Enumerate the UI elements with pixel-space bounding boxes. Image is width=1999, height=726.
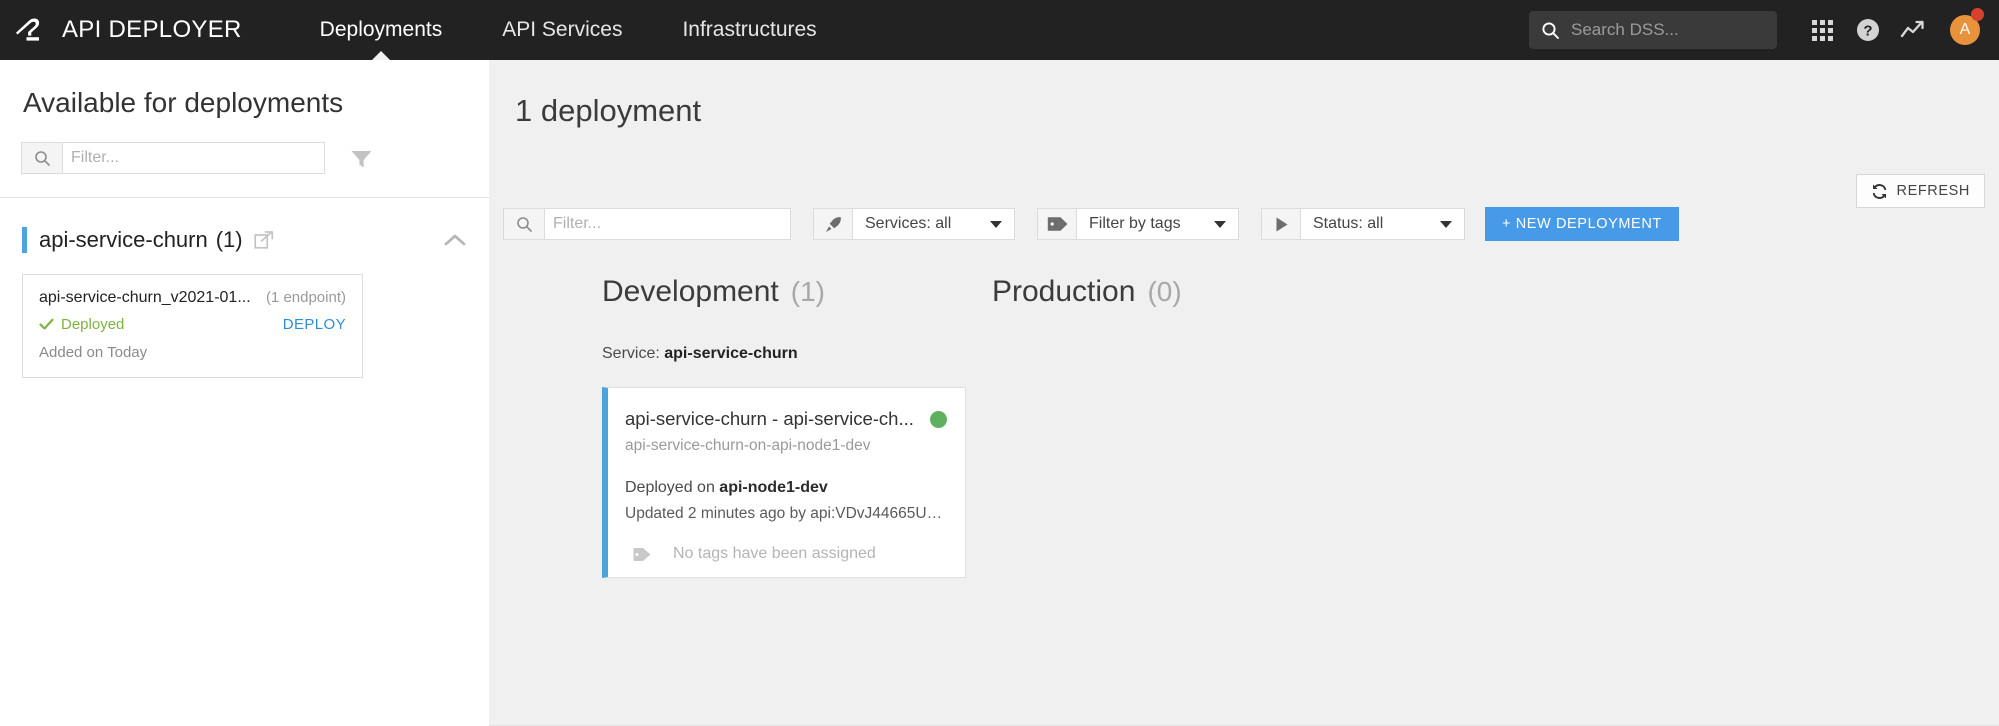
caret-down-icon [1214, 220, 1226, 228]
column-service-label-prefix: Service: [602, 345, 660, 362]
deployments-toolbar: Services: all Filter by tags [503, 207, 1985, 241]
sidebar-filter-input[interactable] [63, 144, 324, 172]
column-development-header: Development (1) [602, 275, 992, 309]
deployment-columns: Development (1) Service: api-service-chu… [489, 275, 1999, 578]
deployments-filter-input[interactable] [545, 210, 789, 238]
column-production-title: Production [992, 275, 1136, 308]
help-question-icon: ? [1857, 19, 1879, 41]
version-added-date: Added on Today [39, 344, 148, 361]
refresh-button[interactable]: REFRESH [1855, 174, 1985, 208]
svg-text:?: ? [1863, 23, 1872, 40]
activity-trend-button[interactable] [1891, 0, 1937, 60]
column-development-count: (1) [790, 276, 825, 307]
notification-badge [1971, 8, 1984, 21]
refresh-button-label: REFRESH [1896, 183, 1970, 199]
deployment-node-prefix: Deployed on [625, 479, 715, 496]
deployment-tags-empty-text: No tags have been assigned [673, 545, 876, 562]
external-link-button[interactable] [253, 230, 274, 250]
status-filter-label: Status: all [1313, 215, 1384, 232]
dataiku-bird-logo-icon [16, 18, 40, 41]
deployment-card-subtitle: api-service-churn-on-api-node1-dev [625, 437, 871, 454]
services-filter-label: Services: all [865, 215, 952, 232]
sidebar-collapse-button[interactable] [443, 233, 467, 247]
column-development-title: Development [602, 275, 779, 308]
user-avatar-button[interactable]: A [1937, 0, 1993, 60]
sidebar-service-header[interactable]: api-service-churn (1) [22, 224, 467, 256]
version-endpoint-count: (1 endpoint) [265, 289, 346, 306]
version-deploy-button[interactable]: DEPLOY [283, 316, 346, 333]
deployment-tags-row[interactable]: No tags have been assigned [625, 545, 947, 563]
tag-icon [632, 546, 652, 563]
deployment-card-title: api-service-churn - api-service-ch... [625, 408, 914, 429]
version-card-status-row: Deployed DEPLOY [39, 316, 346, 333]
sidebar-title: Available for deployments [23, 87, 344, 118]
play-triangle-icon [1262, 209, 1301, 239]
sidebar-version-card[interactable]: api-service-churn_v2021-01... (1 endpoin… [22, 274, 363, 378]
service-accent-bar [22, 227, 27, 253]
activity-trend-icon [1900, 20, 1924, 38]
refresh-icon [1872, 183, 1886, 199]
search-icon [1542, 21, 1559, 39]
version-card-header: api-service-churn_v2021-01... (1 endpoin… [39, 289, 346, 307]
rocket-icon [814, 209, 853, 239]
column-development: Development (1) Service: api-service-chu… [602, 275, 992, 578]
version-name: api-service-churn_v2021-01... [39, 289, 251, 306]
search-icon [22, 143, 63, 173]
help-button[interactable]: ? [1845, 0, 1891, 60]
caret-down-icon [1440, 220, 1452, 228]
sidebar-filter-group[interactable] [21, 142, 325, 174]
deployments-main-area: 1 deployment REFRESH Filter... Services:… [489, 60, 1999, 726]
external-link-icon [253, 231, 273, 249]
tags-filter-select[interactable]: Filter by tags [1037, 208, 1239, 240]
global-search-placeholder: Search DSS... [1571, 20, 1679, 39]
tag-icon [1038, 209, 1077, 239]
top-navigation-bar: API DEPLOYER Deployments API Services In… [0, 0, 1999, 60]
column-production-header: Production (0) [992, 275, 1382, 309]
column-service-label-name: api-service-churn [664, 345, 798, 362]
api-deployer-app: API DEPLOYER Deployments API Services In… [0, 0, 1999, 726]
deployments-filter-group[interactable] [503, 208, 791, 240]
chevron-up-icon [444, 234, 466, 246]
nav-tab-infrastructures[interactable]: Infrastructures [652, 0, 846, 60]
main-nav-tabs: Deployments API Services Infrastructures [290, 0, 847, 60]
sidebar-service-group: api-service-churn (1) api-service-churn_… [0, 198, 489, 378]
tags-filter-label: Filter by tags [1089, 215, 1181, 232]
nav-tab-deployments[interactable]: Deployments [290, 0, 473, 60]
check-icon [39, 318, 54, 331]
caret-down-icon [990, 220, 1002, 228]
apps-grid-icon [1811, 19, 1833, 41]
version-status: Deployed [39, 316, 124, 333]
apps-grid-button[interactable] [1799, 0, 1845, 60]
app-brand-title: API DEPLOYER [62, 16, 242, 43]
column-production: Production (0) [992, 275, 1382, 578]
deployment-node-line: Deployed on api-node1-dev [625, 479, 947, 497]
nav-tab-api-services[interactable]: API Services [472, 0, 652, 60]
sidebar-service-count: (1) [215, 227, 243, 252]
services-filter-select[interactable]: Services: all [813, 208, 1015, 240]
new-deployment-button[interactable]: + NEW DEPLOYMENT [1485, 207, 1679, 241]
deployment-updated-line: Updated 2 minutes ago by api:VDvJ44665Um… [625, 505, 947, 522]
deployment-card[interactable]: api-service-churn - api-service-ch... ap… [602, 387, 966, 578]
global-search-box[interactable]: Search DSS... [1529, 11, 1777, 49]
version-status-label: Deployed [61, 316, 125, 333]
page-title: 1 deployment [515, 93, 702, 128]
search-icon [504, 209, 545, 239]
status-filter-select[interactable]: Status: all [1261, 208, 1465, 240]
sidebar-service-name: api-service-churn [39, 227, 208, 252]
dataiku-bird-logo[interactable] [0, 0, 62, 60]
sidebar-filter-row [0, 119, 489, 174]
sidebar-funnel-filter-button[interactable] [347, 144, 375, 172]
available-for-deployments-panel: Available for deployments Filter... api-… [0, 60, 489, 726]
deployment-node-name: api-node1-dev [719, 479, 828, 496]
column-service-label: Service: api-service-churn [602, 345, 992, 363]
deployment-status-dot [930, 410, 947, 428]
funnel-filter-icon [351, 150, 371, 167]
column-production-count: (0) [1147, 276, 1182, 307]
deployment-card-header: api-service-churn - api-service-ch... [625, 408, 947, 430]
